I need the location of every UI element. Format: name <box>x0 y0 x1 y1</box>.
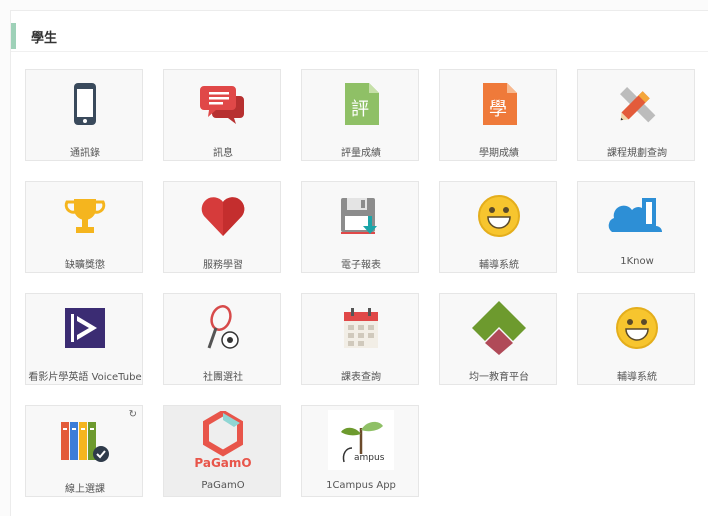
calendar-icon <box>302 300 420 356</box>
tile-attendance-rewards[interactable]: 缺曠獎懲 <box>25 181 143 273</box>
tile-label: 均一教育平台 <box>469 372 529 383</box>
trophy-icon <box>26 188 144 244</box>
smiley-icon <box>440 188 558 244</box>
tile-label: 課程規劃查詢 <box>607 148 667 159</box>
tile-label: 看影片學英語 VoiceTube <box>28 372 142 383</box>
tile-timetable[interactable]: 課表查詢 <box>301 293 419 385</box>
svg-text:ampus: ampus <box>354 453 385 463</box>
ruler-pencil-icon <box>578 76 696 132</box>
svg-text:PaGamO: PaGamO <box>194 456 251 469</box>
1know-cloud-icon <box>578 188 696 244</box>
voicetube-logo-icon <box>26 300 144 356</box>
pagamo-logo-icon: PaGamO <box>164 411 282 469</box>
tile-label: 電子報表 <box>341 260 381 271</box>
tile-e-reports[interactable]: 電子報表 <box>301 181 419 273</box>
tile-label: 1Know <box>620 256 654 267</box>
tile-label: 社團選社 <box>203 372 243 383</box>
student-panel: 學生 通訊錄 訊息 評 評量成績 學 學期成績 課程規劃查詢 缺曠獎懲 服務學習… <box>10 10 708 516</box>
tile-label: 線上選課 <box>65 484 105 495</box>
1campus-logo-icon: ampus <box>302 410 420 470</box>
section-header: 學生 <box>11 23 708 49</box>
tile-label: 學期成績 <box>479 148 519 159</box>
section-title: 學生 <box>31 31 58 46</box>
heart-icon <box>164 188 282 244</box>
tile-label: 1Campus App <box>326 480 396 491</box>
tile-1campus-app[interactable]: ampus 1Campus App <box>301 405 419 497</box>
tile-contacts[interactable]: 通訊錄 <box>25 69 143 161</box>
header-accent-bar <box>11 23 16 49</box>
junyi-diamond-icon <box>440 300 558 356</box>
tile-pagamo[interactable]: PaGamO PaGamO <box>163 405 281 497</box>
tile-club-selection[interactable]: 社團選社 <box>163 293 281 385</box>
tile-label: 訊息 <box>213 148 233 159</box>
tile-label: 課表查詢 <box>341 372 381 383</box>
floppy-download-icon <box>302 188 420 244</box>
tile-label: PaGamO <box>201 480 245 491</box>
binders-check-icon <box>26 412 144 468</box>
tile-label: 評量成績 <box>341 148 381 159</box>
tile-label: 輔導系統 <box>617 372 657 383</box>
tile-1know[interactable]: 1Know <box>577 181 695 273</box>
tile-label: 缺曠獎懲 <box>65 260 105 271</box>
tile-online-course-selection[interactable]: ↻ 線上選課 <box>25 405 143 497</box>
evaluation-grade-icon: 評 <box>302 76 420 132</box>
tile-service-learning[interactable]: 服務學習 <box>163 181 281 273</box>
tile-counseling-system-2[interactable]: 輔導系統 <box>577 293 695 385</box>
tile-label: 服務學習 <box>203 260 243 271</box>
smiley-icon <box>578 300 696 356</box>
tile-junyi-academy[interactable]: 均一教育平台 <box>439 293 557 385</box>
tile-evaluation-grades[interactable]: 評 評量成績 <box>301 69 419 161</box>
tile-messages[interactable]: 訊息 <box>163 69 281 161</box>
tile-semester-grades[interactable]: 學 學期成績 <box>439 69 557 161</box>
tile-course-planning[interactable]: 課程規劃查詢 <box>577 69 695 161</box>
tile-voicetube[interactable]: 看影片學英語 VoiceTube <box>25 293 143 385</box>
tile-label: 通訊錄 <box>70 148 100 159</box>
header-divider <box>11 51 708 52</box>
phone-icon <box>26 76 144 132</box>
svg-text:學: 學 <box>489 99 507 120</box>
svg-text:評: 評 <box>351 99 369 120</box>
tile-label: 輔導系統 <box>479 260 519 271</box>
message-icon <box>164 76 282 132</box>
tile-counseling-system[interactable]: 輔導系統 <box>439 181 557 273</box>
racket-ball-icon <box>164 300 282 356</box>
semester-grade-icon: 學 <box>440 76 558 132</box>
